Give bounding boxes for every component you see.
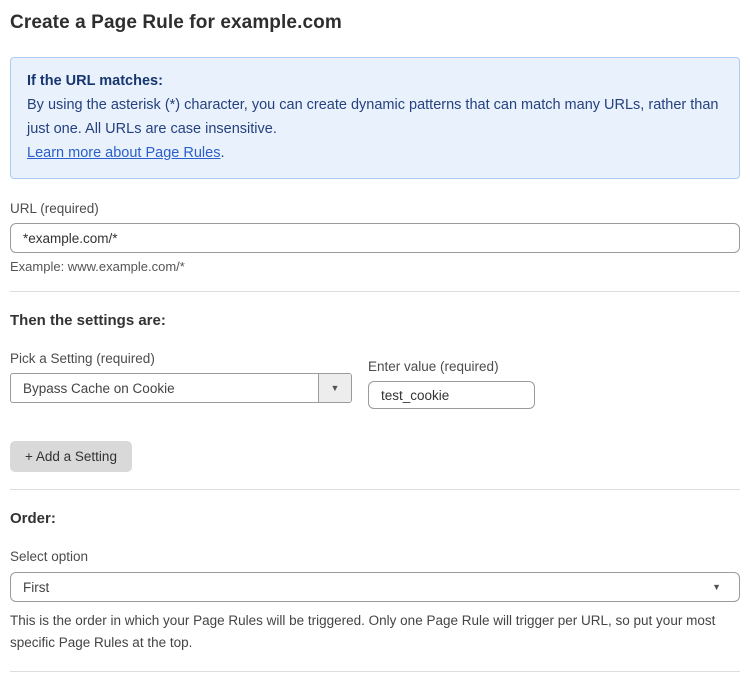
link-suffix: . — [220, 145, 224, 161]
setting-value-column: Enter value (required) — [368, 337, 535, 409]
info-box-heading: If the URL matches: — [27, 69, 723, 93]
page-title: Create a Page Rule for example.com — [10, 12, 740, 34]
create-page-rule-panel: Create a Page Rule for example.com If th… — [0, 0, 750, 688]
setting-picker-label: Pick a Setting (required) — [10, 351, 352, 366]
order-select-value: First — [23, 580, 712, 595]
divider — [10, 489, 740, 490]
settings-row: Pick a Setting (required) Bypass Cache o… — [10, 329, 740, 409]
order-section-heading: Order: — [10, 510, 740, 527]
setting-picker-column: Pick a Setting (required) Bypass Cache o… — [10, 329, 352, 403]
divider — [10, 671, 740, 672]
info-box-body: By using the asterisk (*) character, you… — [27, 93, 723, 141]
order-select[interactable]: First ▼ — [10, 572, 740, 602]
url-input[interactable] — [10, 223, 740, 253]
url-field-label: URL (required) — [10, 201, 740, 216]
order-help-text: This is the order in which your Page Rul… — [10, 610, 730, 654]
setting-value-label: Enter value (required) — [368, 359, 535, 374]
chevron-down-icon: ▼ — [712, 582, 721, 592]
url-example-hint: Example: www.example.com/* — [10, 259, 740, 274]
divider — [10, 291, 740, 292]
url-match-info-box: If the URL matches: By using the asteris… — [10, 57, 740, 179]
info-box-link-line: Learn more about Page Rules. — [27, 141, 723, 165]
add-setting-button[interactable]: + Add a Setting — [10, 441, 132, 472]
learn-more-link[interactable]: Learn more about Page Rules — [27, 145, 220, 161]
setting-value-input[interactable] — [368, 381, 535, 409]
settings-section-heading: Then the settings are: — [10, 312, 740, 329]
order-select-label: Select option — [10, 549, 740, 564]
setting-select[interactable]: Bypass Cache on Cookie ▼ — [10, 373, 352, 403]
setting-select-arrow-button[interactable]: ▼ — [318, 374, 351, 402]
setting-select-value: Bypass Cache on Cookie — [11, 374, 318, 402]
chevron-down-icon: ▼ — [331, 383, 340, 393]
